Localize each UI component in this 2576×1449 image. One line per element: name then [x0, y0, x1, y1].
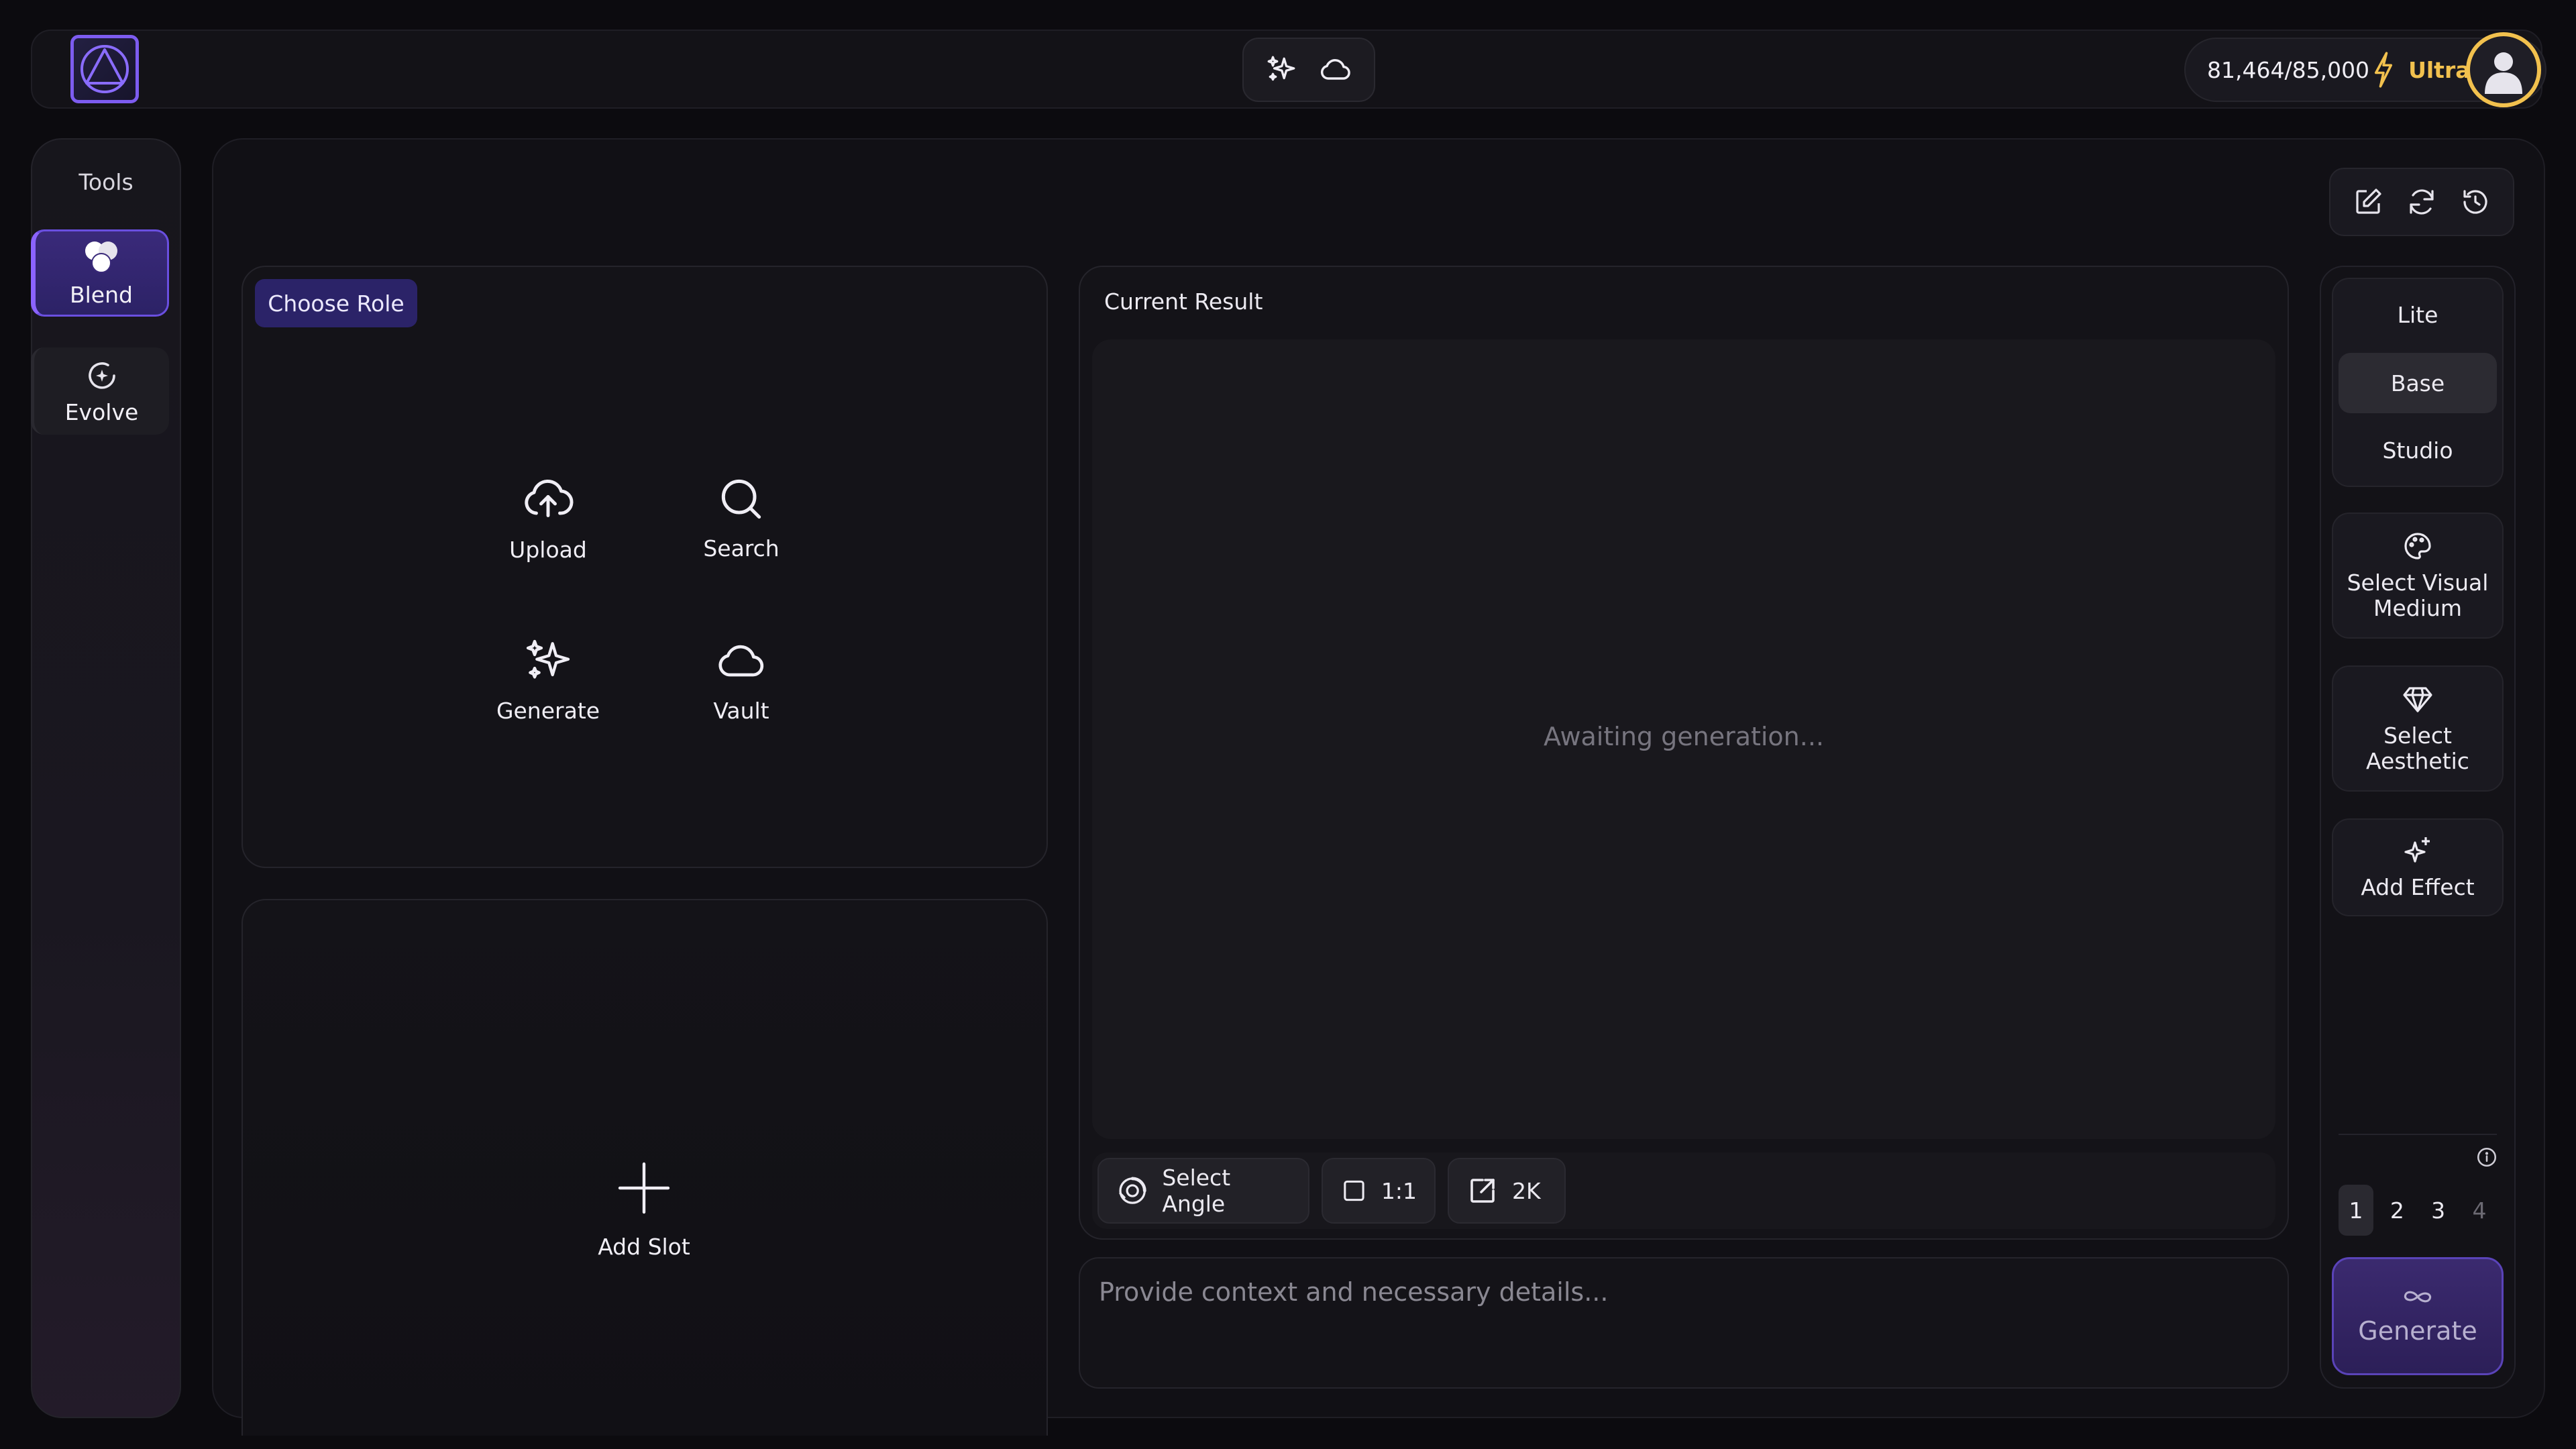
vault-option[interactable]: Vault [661, 619, 822, 739]
effect-label: Add Effect [2361, 874, 2475, 900]
user-avatar[interactable] [2466, 32, 2541, 107]
prompt-input[interactable] [1079, 1257, 2289, 1389]
search-icon [721, 479, 761, 519]
select-angle-button[interactable]: Select Angle [1097, 1158, 1309, 1224]
evolve-icon [88, 362, 115, 389]
select-angle-label: Select Angle [1162, 1165, 1231, 1217]
plan-badge: Ultra [2408, 56, 2471, 83]
generate-button[interactable]: Generate [2332, 1257, 2504, 1375]
cloud-mode-button[interactable] [1318, 52, 1353, 87]
aspect-ratio-label: 1:1 [1381, 1177, 1417, 1204]
effect-sparkle-icon [2404, 837, 2430, 863]
cloud-icon [718, 645, 764, 676]
search-option[interactable]: Search [661, 456, 822, 577]
select-aesthetic-button[interactable]: Select Aesthetic [2332, 665, 2504, 792]
choose-role-button[interactable]: Choose Role [255, 279, 417, 327]
blend-icon [85, 241, 117, 273]
cloud-upload-icon [525, 479, 574, 517]
sidebar-item-label: Evolve [64, 398, 139, 425]
mode-switcher [1242, 38, 1375, 102]
edit-button[interactable] [2352, 186, 2384, 218]
angle-icon [1119, 1177, 1146, 1204]
upload-option[interactable]: Upload [468, 456, 629, 577]
tools-sidebar [31, 138, 181, 1418]
expand-icon [1470, 1179, 1495, 1203]
search-label: Search [703, 535, 780, 561]
square-icon [1344, 1180, 1364, 1201]
resolution-label: 2K [1512, 1177, 1541, 1204]
edit-icon [2356, 189, 2381, 214]
quality-option-lite[interactable]: Lite [2339, 284, 2497, 345]
user-icon [2485, 52, 2522, 94]
add-slot-button[interactable]: Add Slot [564, 1140, 724, 1275]
history-icon [2463, 190, 2487, 214]
count-option-1[interactable]: 1 [2339, 1185, 2373, 1236]
sparkles-mode-button[interactable] [1265, 53, 1298, 87]
visual-medium-label: Select Visual Medium [2347, 570, 2489, 621]
sparkles-icon [1267, 56, 1295, 81]
info-icon [2477, 1147, 2497, 1167]
quality-option-base[interactable]: Base [2339, 353, 2497, 413]
upload-label: Upload [509, 536, 587, 563]
generate-label: Generate [496, 697, 600, 724]
generate-option[interactable]: Generate [468, 619, 629, 739]
history-button[interactable] [2459, 186, 2491, 218]
cloud-icon [1321, 59, 1351, 80]
tools-heading: Tools [78, 169, 133, 195]
count-option-3[interactable]: 3 [2421, 1185, 2456, 1236]
resolution-button[interactable]: 2K [1448, 1158, 1566, 1224]
result-status: Awaiting generation... [1543, 722, 1825, 751]
role-panel [241, 266, 1048, 868]
quality-option-studio[interactable]: Studio [2339, 420, 2497, 480]
logo-icon [80, 45, 129, 93]
app-logo[interactable] [70, 35, 139, 103]
plus-icon [618, 1162, 670, 1214]
sidebar-item-label: Blend [70, 281, 133, 308]
result-title: Current Result [1104, 288, 1263, 315]
diamond-icon [2403, 687, 2432, 712]
add-slot-label: Add Slot [598, 1233, 690, 1260]
credits-count: 81,464/85,000 [2207, 56, 2370, 83]
infinity-icon [2404, 1291, 2432, 1303]
generate-label: Generate [2358, 1316, 2477, 1346]
sidebar-item-evolve[interactable]: Evolve [31, 347, 169, 435]
info-button[interactable] [2475, 1146, 2498, 1169]
bolt-icon [2375, 52, 2393, 88]
vault-label: Vault [713, 697, 769, 724]
output-count-selector: 1 2 3 4 [2332, 1181, 2504, 1240]
refresh-icon [2410, 189, 2434, 215]
count-option-2[interactable]: 2 [2379, 1185, 2414, 1236]
aspect-ratio-button[interactable]: 1:1 [1322, 1158, 1436, 1224]
select-visual-medium-button[interactable]: Select Visual Medium [2332, 513, 2504, 639]
refresh-button[interactable] [2406, 186, 2438, 218]
settings-divider [2339, 1134, 2497, 1135]
panel-actions [2329, 168, 2514, 236]
sparkles-icon [526, 639, 570, 678]
add-effect-button[interactable]: Add Effect [2332, 818, 2504, 916]
count-option-4[interactable]: 4 [2462, 1185, 2497, 1236]
palette-icon [2404, 533, 2431, 559]
aesthetic-label: Select Aesthetic [2366, 722, 2469, 774]
sidebar-item-blend[interactable]: Blend [31, 229, 169, 317]
